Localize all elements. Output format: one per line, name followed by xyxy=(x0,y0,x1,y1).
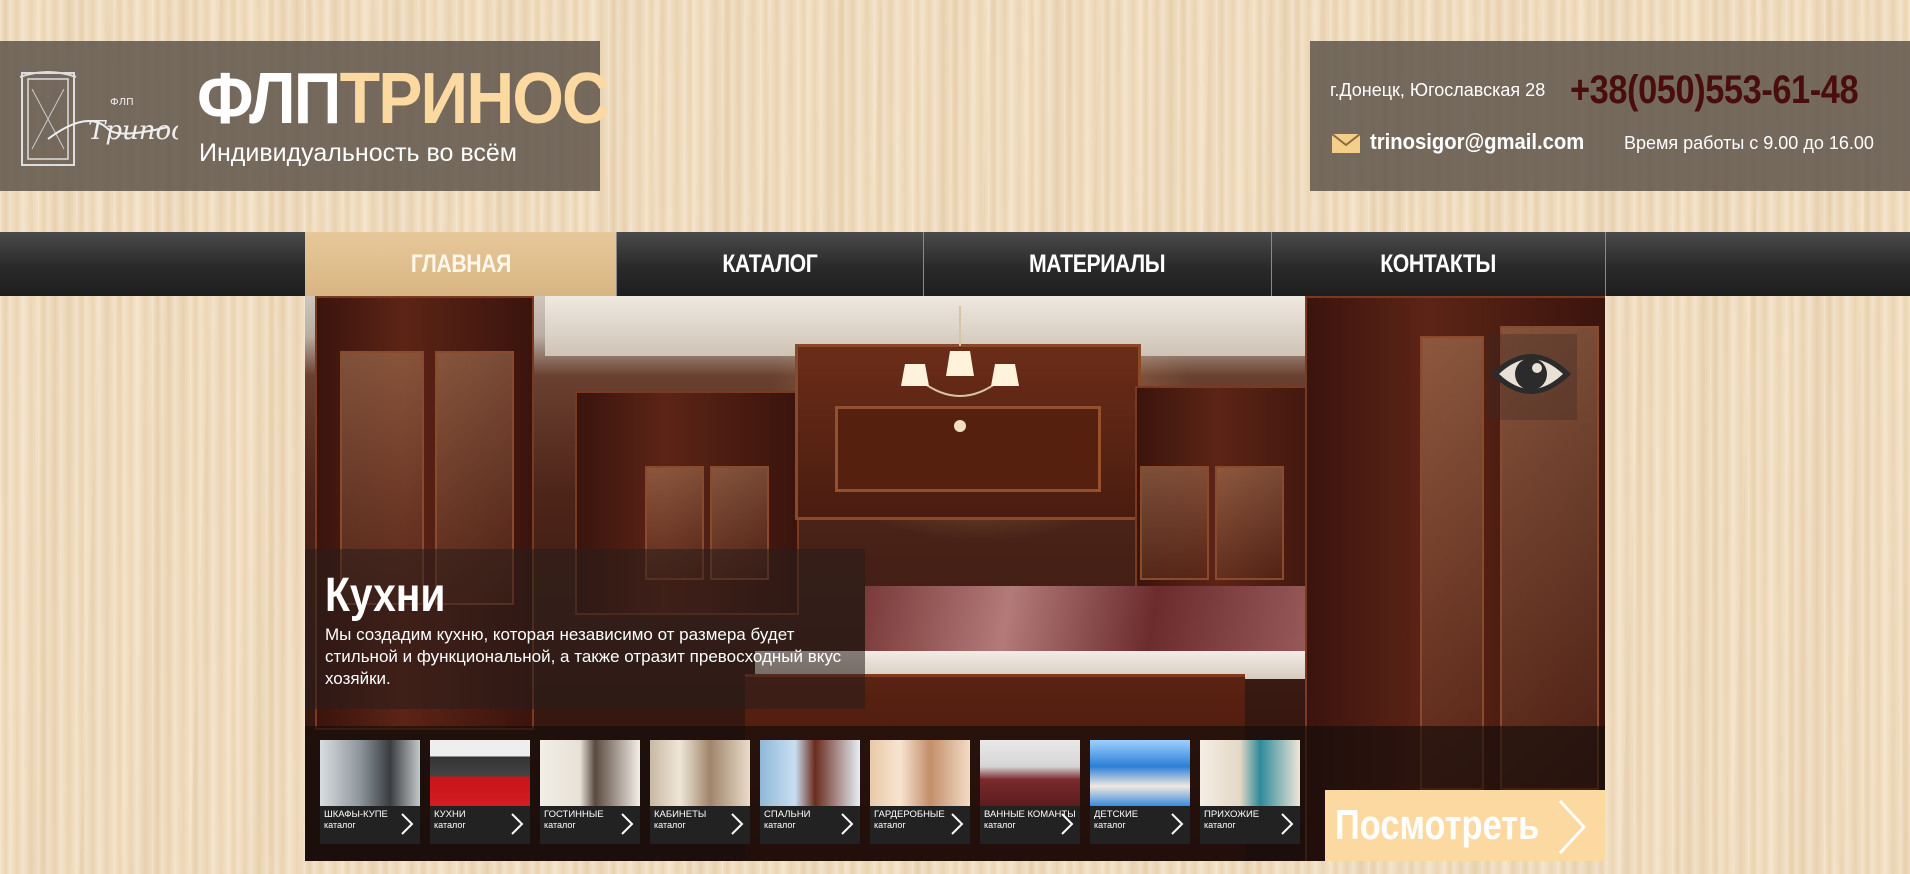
chevron-right-icon xyxy=(951,813,964,835)
view-button-label: Посмотреть xyxy=(1335,801,1540,848)
thumbnail-title: ДЕТСКИЕ xyxy=(1094,809,1139,820)
thumbnail-living-rooms[interactable]: ГОСТИННЫЕ каталог xyxy=(540,740,640,844)
thumbnail-image xyxy=(760,740,860,806)
chevron-right-icon xyxy=(1558,799,1587,855)
slide-title: Кухни xyxy=(325,569,446,622)
thumbnail-image xyxy=(430,740,530,806)
thumbnail-label: СПАЛЬНИ каталог xyxy=(764,809,811,831)
svg-text:Триnос: Триnос xyxy=(88,116,178,146)
thumbnail-sub: каталог xyxy=(654,820,686,830)
slide-description: Мы создадим кухню, которая независимо от… xyxy=(325,625,842,688)
thumbnail-image xyxy=(320,740,420,806)
thumbnail-label: ГОСТИННЫЕ каталог xyxy=(544,809,604,831)
chevron-right-icon xyxy=(1171,813,1184,835)
site-title-part2: ТРИНОС xyxy=(339,59,610,139)
working-hours: Время работы с 9.00 до 16.00 xyxy=(1624,133,1874,153)
thumbnail-sub: каталог xyxy=(544,820,576,830)
nav-item-label: ГЛАВНАЯ xyxy=(410,249,511,278)
thumbnail-sub: каталог xyxy=(434,820,466,830)
nav-item-home[interactable]: ГЛАВНАЯ xyxy=(305,232,617,296)
chevron-right-icon xyxy=(1061,813,1074,835)
thumbnail-image xyxy=(1200,740,1300,806)
mail-icon xyxy=(1332,134,1360,153)
nav-item-materials[interactable]: МАТЕРИАЛЫ xyxy=(924,232,1272,296)
chevron-right-icon xyxy=(1281,813,1294,835)
logo-block[interactable]: Триnос ФЛП ФЛПТРИНОС Индивидуальность во… xyxy=(0,41,610,191)
eye-icon xyxy=(1491,354,1571,394)
chevron-right-icon xyxy=(511,813,524,835)
thumbnail-sub: каталог xyxy=(984,820,1016,830)
category-thumbnails: ШКАФЫ-КУПЕ каталог КУХНИ каталог ГОСТИННЫЕ… xyxy=(320,740,1300,844)
thumbnail-image xyxy=(1090,740,1190,806)
thumbnail-title: КАБИНЕТЫ xyxy=(654,809,707,820)
thumbnail-sub: каталог xyxy=(1204,820,1236,830)
chevron-right-icon xyxy=(841,813,854,835)
chevron-right-icon xyxy=(401,813,414,835)
svg-text:ФЛП: ФЛП xyxy=(110,97,134,108)
thumbnail-image xyxy=(650,740,750,806)
thumbnail-wardrobes[interactable]: ШКАФЫ-КУПЕ каталог xyxy=(320,740,420,844)
address-text: г.Донецк, Югославская 28 xyxy=(1330,80,1546,100)
thumbnail-image xyxy=(980,740,1080,806)
view-button[interactable]: Посмотреть xyxy=(1325,790,1605,861)
phone-number[interactable]: +38(050)553-61-48 xyxy=(1570,68,1859,113)
thumbnail-title: ГАРДЕРОБНЫЕ xyxy=(874,809,945,820)
logo-emblem-icon: Триnос ФЛП xyxy=(19,71,178,166)
site-title-part1: ФЛП xyxy=(197,59,341,139)
thumbnail-kitchens[interactable]: КУХНИ каталог xyxy=(430,740,530,844)
site-tagline: Индивидуальность во всём xyxy=(199,139,517,167)
thumbnail-image xyxy=(540,740,640,806)
chevron-right-icon xyxy=(731,813,744,835)
thumbnail-title: СПАЛЬНИ xyxy=(764,809,811,820)
thumbnail-sub: каталог xyxy=(874,820,906,830)
cabinet-glass xyxy=(1140,466,1209,580)
nav-item-label: МАТЕРИАЛЫ xyxy=(1029,249,1166,278)
thumbnail-title: ШКАФЫ-КУПЕ xyxy=(324,809,388,820)
thumbnail-label: ПРИХОЖИЕ каталог xyxy=(1204,809,1260,831)
thumbnail-cabinets[interactable]: КАБИНЕТЫ каталог xyxy=(650,740,750,844)
email-link[interactable]: trinosigor@gmail.com xyxy=(1370,129,1584,155)
chandelier xyxy=(901,306,1019,432)
thumbnail-label: ДЕТСКИЕ каталог xyxy=(1094,809,1139,831)
nav-item-catalog[interactable]: КАТАЛОГ xyxy=(617,232,924,296)
cabinet-glass xyxy=(1420,336,1484,790)
nav-item-contacts[interactable]: КОНТАКТЫ xyxy=(1272,232,1606,296)
contact-block: г.Донецк, Югославская 28 +38(050)553-61-… xyxy=(1310,41,1910,191)
thumbnail-dressing-rooms[interactable]: ГАРДЕРОБНЫЕ каталог xyxy=(870,740,970,844)
thumbnail-kids-rooms[interactable]: ДЕТСКИЕ каталог xyxy=(1090,740,1190,844)
thumbnail-sub: каталог xyxy=(1094,820,1126,830)
eye-button[interactable] xyxy=(1485,334,1577,420)
thumbnail-title: ГОСТИННЫЕ xyxy=(544,809,604,820)
thumbnail-sub: каталог xyxy=(324,820,356,830)
thumbnail-title: КУХНИ xyxy=(434,809,466,820)
thumbnail-label: ШКАФЫ-КУПЕ каталог xyxy=(324,809,388,831)
thumbnail-bathrooms[interactable]: ВАННЫЕ КОМАНТЫ каталог xyxy=(980,740,1080,844)
thumbnail-bedrooms[interactable]: СПАЛЬНИ каталог xyxy=(760,740,860,844)
thumbnail-image xyxy=(870,740,970,806)
thumbnail-title: ПРИХОЖИЕ xyxy=(1204,809,1260,820)
thumbnail-label: ГАРДЕРОБНЫЕ каталог xyxy=(874,809,945,831)
nav-item-label: КОНТАКТЫ xyxy=(1380,249,1497,278)
cabinet-glass xyxy=(1215,466,1284,580)
chevron-right-icon xyxy=(621,813,634,835)
thumbnail-sub: каталог xyxy=(764,820,796,830)
site-title: ФЛПТРИНОС xyxy=(197,63,610,135)
main-navigation: ГЛАВНАЯ КАТАЛОГ МАТЕРИАЛЫ КОНТАКТЫ xyxy=(305,232,1606,296)
hero-slider: Кухни Мы создадим кухню, которая независ… xyxy=(305,296,1605,861)
thumbnail-label: КАБИНЕТЫ каталог xyxy=(654,809,707,831)
thumbnail-hallways[interactable]: ПРИХОЖИЕ каталог xyxy=(1200,740,1300,844)
thumbnail-label: КУХНИ каталог xyxy=(434,809,466,831)
nav-item-label: КАТАЛОГ xyxy=(722,249,818,278)
